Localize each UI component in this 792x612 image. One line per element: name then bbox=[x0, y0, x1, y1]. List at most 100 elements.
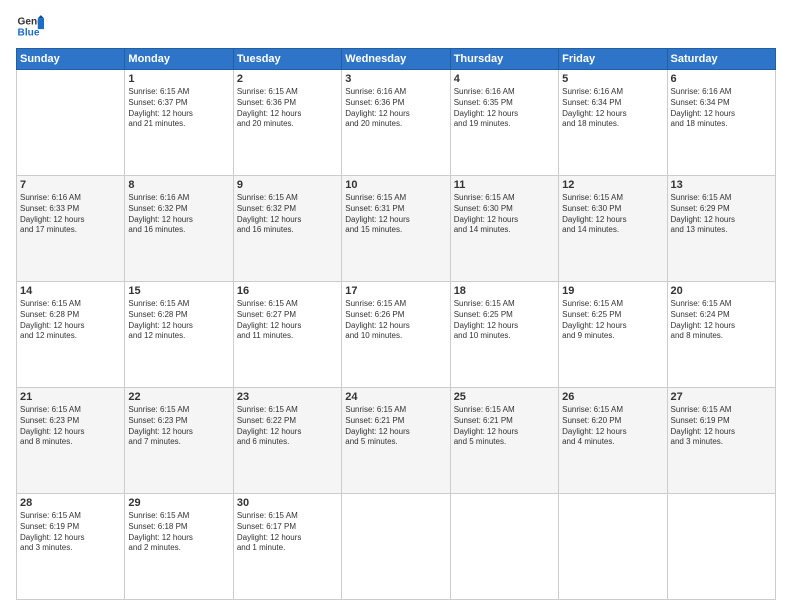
day-number: 26 bbox=[562, 391, 663, 403]
calendar-cell bbox=[667, 494, 775, 600]
day-number: 20 bbox=[671, 285, 772, 297]
day-info: Sunrise: 6:15 AM Sunset: 6:30 PM Dayligh… bbox=[562, 193, 663, 236]
calendar-header-row: SundayMondayTuesdayWednesdayThursdayFrid… bbox=[17, 49, 776, 70]
day-info: Sunrise: 6:15 AM Sunset: 6:25 PM Dayligh… bbox=[454, 299, 555, 342]
calendar-cell: 1Sunrise: 6:15 AM Sunset: 6:37 PM Daylig… bbox=[125, 70, 233, 176]
day-info: Sunrise: 6:16 AM Sunset: 6:34 PM Dayligh… bbox=[562, 87, 663, 130]
day-number: 12 bbox=[562, 179, 663, 191]
calendar-cell bbox=[559, 494, 667, 600]
day-number: 14 bbox=[20, 285, 121, 297]
calendar-cell: 27 Sunrise: 6:15 AM Sunset: 6:19 PM Dayli… bbox=[667, 388, 775, 494]
day-number: 10 bbox=[345, 179, 446, 191]
day-number: 8 bbox=[128, 179, 229, 191]
calendar-cell: 2 Sunrise: 6:15 AM Sunset: 6:36 PM Daylig… bbox=[233, 70, 341, 176]
calendar-cell: 19 Sunrise: 6:15 AM Sunset: 6:25 PM Dayli… bbox=[559, 282, 667, 388]
day-info: Sunrise: 6:15 AM Sunset: 6:36 PM Dayligh… bbox=[237, 87, 338, 130]
calendar-week-4: 28Sunrise: 6:15 AM Sunset: 6:19 PM Dayli… bbox=[17, 494, 776, 600]
day-info: Sunrise: 6:15 AM Sunset: 6:26 PM Dayligh… bbox=[345, 299, 446, 342]
day-info: Sunrise: 6:15 AM Sunset: 6:23 PM Dayligh… bbox=[20, 405, 121, 448]
calendar-cell: 30 Sunrise: 6:15 AM Sunset: 6:17 PM Dayli… bbox=[233, 494, 341, 600]
day-info: Sunrise: 6:15 AM Sunset: 6:24 PM Dayligh… bbox=[671, 299, 772, 342]
day-info: Sunrise: 6:15 AM Sunset: 6:19 PM Dayligh… bbox=[671, 405, 772, 448]
day-number: 23 bbox=[237, 391, 338, 403]
col-header-friday: Friday bbox=[559, 49, 667, 70]
day-info: Sunrise: 6:16 AM Sunset: 6:34 PM Dayligh… bbox=[671, 87, 772, 130]
calendar-cell: 6Sunrise: 6:16 AM Sunset: 6:34 PM Daylig… bbox=[667, 70, 775, 176]
calendar-cell: 16Sunrise: 6:15 AM Sunset: 6:27 PM Dayli… bbox=[233, 282, 341, 388]
col-header-wednesday: Wednesday bbox=[342, 49, 450, 70]
day-info: Sunrise: 6:15 AM Sunset: 6:20 PM Dayligh… bbox=[562, 405, 663, 448]
day-number: 4 bbox=[454, 73, 555, 85]
col-header-sunday: Sunday bbox=[17, 49, 125, 70]
col-header-monday: Monday bbox=[125, 49, 233, 70]
day-number: 25 bbox=[454, 391, 555, 403]
day-number: 15 bbox=[128, 285, 229, 297]
calendar-cell: 22 Sunrise: 6:15 AM Sunset: 6:23 PM Dayli… bbox=[125, 388, 233, 494]
calendar-cell: 12 Sunrise: 6:15 AM Sunset: 6:30 PM Dayli… bbox=[559, 176, 667, 282]
calendar-cell: 17 Sunrise: 6:15 AM Sunset: 6:26 PM Dayli… bbox=[342, 282, 450, 388]
calendar-cell: 29 Sunrise: 6:15 AM Sunset: 6:18 PM Dayli… bbox=[125, 494, 233, 600]
day-number: 2 bbox=[237, 73, 338, 85]
day-info: Sunrise: 6:15 AM Sunset: 6:28 PM Dayligh… bbox=[128, 299, 229, 342]
day-number: 7 bbox=[20, 179, 121, 191]
day-info: Sunrise: 6:15 AM Sunset: 6:18 PM Dayligh… bbox=[128, 511, 229, 554]
day-number: 24 bbox=[345, 391, 446, 403]
day-number: 5 bbox=[562, 73, 663, 85]
calendar-cell: 9 Sunrise: 6:15 AM Sunset: 6:32 PM Daylig… bbox=[233, 176, 341, 282]
calendar-cell: 15 Sunrise: 6:15 AM Sunset: 6:28 PM Dayli… bbox=[125, 282, 233, 388]
day-info: Sunrise: 6:15 AM Sunset: 6:28 PM Dayligh… bbox=[20, 299, 121, 342]
day-info: Sunrise: 6:15 AM Sunset: 6:21 PM Dayligh… bbox=[454, 405, 555, 448]
day-number: 27 bbox=[671, 391, 772, 403]
day-number: 11 bbox=[454, 179, 555, 191]
day-info: Sunrise: 6:15 AM Sunset: 6:22 PM Dayligh… bbox=[237, 405, 338, 448]
day-number: 29 bbox=[128, 497, 229, 509]
day-info: Sunrise: 6:15 AM Sunset: 6:30 PM Dayligh… bbox=[454, 193, 555, 236]
calendar-cell: 24 Sunrise: 6:15 AM Sunset: 6:21 PM Dayli… bbox=[342, 388, 450, 494]
day-info: Sunrise: 6:16 AM Sunset: 6:33 PM Dayligh… bbox=[20, 193, 121, 236]
day-info: Sunrise: 6:15 AM Sunset: 6:23 PM Dayligh… bbox=[128, 405, 229, 448]
calendar-cell: 11 Sunrise: 6:15 AM Sunset: 6:30 PM Dayli… bbox=[450, 176, 558, 282]
page: General Blue SundayMondayTuesdayWednesda… bbox=[0, 0, 792, 612]
calendar-cell: 7 Sunrise: 6:16 AM Sunset: 6:33 PM Daylig… bbox=[17, 176, 125, 282]
day-info: Sunrise: 6:15 AM Sunset: 6:32 PM Dayligh… bbox=[237, 193, 338, 236]
day-number: 17 bbox=[345, 285, 446, 297]
day-info: Sunrise: 6:16 AM Sunset: 6:36 PM Dayligh… bbox=[345, 87, 446, 130]
calendar-week-2: 14 Sunrise: 6:15 AM Sunset: 6:28 PM Dayli… bbox=[17, 282, 776, 388]
calendar-cell bbox=[17, 70, 125, 176]
day-number: 22 bbox=[128, 391, 229, 403]
day-info: Sunrise: 6:15 AM Sunset: 6:17 PM Dayligh… bbox=[237, 511, 338, 554]
calendar-cell: 3Sunrise: 6:16 AM Sunset: 6:36 PM Daylig… bbox=[342, 70, 450, 176]
day-number: 19 bbox=[562, 285, 663, 297]
calendar-cell: 20 Sunrise: 6:15 AM Sunset: 6:24 PM Dayli… bbox=[667, 282, 775, 388]
day-info: Sunrise: 6:15 AM Sunset: 6:25 PM Dayligh… bbox=[562, 299, 663, 342]
day-info: Sunrise: 6:15 AM Sunset: 6:37 PM Dayligh… bbox=[128, 87, 229, 130]
calendar-cell: 5 Sunrise: 6:16 AM Sunset: 6:34 PM Daylig… bbox=[559, 70, 667, 176]
day-number: 18 bbox=[454, 285, 555, 297]
day-info: Sunrise: 6:16 AM Sunset: 6:32 PM Dayligh… bbox=[128, 193, 229, 236]
day-number: 13 bbox=[671, 179, 772, 191]
calendar-cell: 4 Sunrise: 6:16 AM Sunset: 6:35 PM Daylig… bbox=[450, 70, 558, 176]
day-number: 30 bbox=[237, 497, 338, 509]
calendar-week-1: 7 Sunrise: 6:16 AM Sunset: 6:33 PM Daylig… bbox=[17, 176, 776, 282]
day-info: Sunrise: 6:15 AM Sunset: 6:21 PM Dayligh… bbox=[345, 405, 446, 448]
calendar-cell: 25 Sunrise: 6:15 AM Sunset: 6:21 PM Dayli… bbox=[450, 388, 558, 494]
day-number: 9 bbox=[237, 179, 338, 191]
logo-icon: General Blue bbox=[16, 12, 44, 40]
calendar-week-3: 21Sunrise: 6:15 AM Sunset: 6:23 PM Dayli… bbox=[17, 388, 776, 494]
logo: General Blue bbox=[16, 12, 52, 40]
col-header-tuesday: Tuesday bbox=[233, 49, 341, 70]
calendar-week-0: 1Sunrise: 6:15 AM Sunset: 6:37 PM Daylig… bbox=[17, 70, 776, 176]
col-header-thursday: Thursday bbox=[450, 49, 558, 70]
calendar-table: SundayMondayTuesdayWednesdayThursdayFrid… bbox=[16, 48, 776, 600]
calendar-cell: 10 Sunrise: 6:15 AM Sunset: 6:31 PM Dayli… bbox=[342, 176, 450, 282]
day-number: 28 bbox=[20, 497, 121, 509]
calendar-cell bbox=[450, 494, 558, 600]
day-info: Sunrise: 6:16 AM Sunset: 6:35 PM Dayligh… bbox=[454, 87, 555, 130]
header: General Blue bbox=[16, 12, 776, 40]
col-header-saturday: Saturday bbox=[667, 49, 775, 70]
calendar-cell: 14 Sunrise: 6:15 AM Sunset: 6:28 PM Dayli… bbox=[17, 282, 125, 388]
calendar-cell bbox=[342, 494, 450, 600]
calendar-cell: 18 Sunrise: 6:15 AM Sunset: 6:25 PM Dayli… bbox=[450, 282, 558, 388]
day-number: 16 bbox=[237, 285, 338, 297]
day-info: Sunrise: 6:15 AM Sunset: 6:31 PM Dayligh… bbox=[345, 193, 446, 236]
